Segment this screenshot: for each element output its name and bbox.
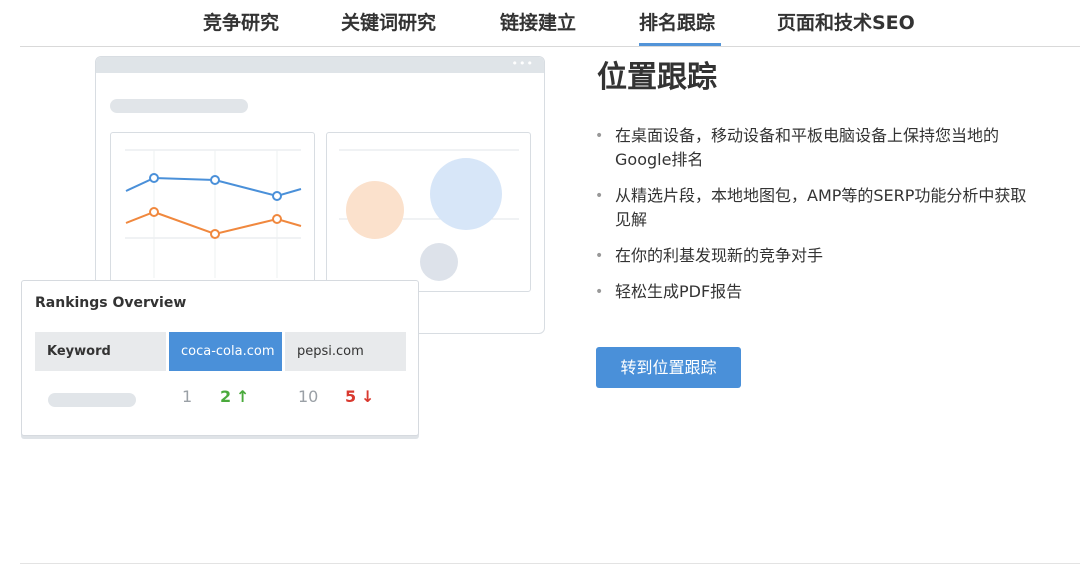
column-header-pepsi: pepsi.com [285, 332, 406, 371]
orange-series-point [210, 229, 220, 239]
feature-item: • 在你的利基发现新的竞争对手 [595, 244, 1035, 268]
tabs-divider [20, 46, 1080, 47]
coca-cola-previous-rank: 1 [182, 387, 193, 406]
feature-item: • 轻松生成PDF报告 [595, 280, 1035, 304]
section-tabs: 竞争研究 关键词研究 链接建立 排名跟踪 页面和技术SEO [0, 0, 1080, 47]
blue-bubble [430, 158, 502, 230]
feature-text: 在桌面设备，移动设备和平板电脑设备上保持您当地的Google排名 [615, 126, 1000, 169]
window-dots-icon: ••• [511, 57, 534, 70]
tab-label: 页面和技术SEO [777, 12, 915, 34]
tab-keyword-research[interactable]: 关键词研究 [341, 8, 436, 47]
orange-series-point [149, 207, 159, 217]
arrow-up-icon: ↑ [236, 387, 250, 406]
tab-label: 竞争研究 [203, 12, 280, 34]
feature-text: 从精选片段，本地地图包，AMP等的SERP功能分析中获取见解 [615, 186, 1027, 229]
bullet-icon: • [595, 188, 604, 204]
placeholder-bar [110, 99, 248, 113]
bubble-chart-panel [326, 132, 531, 292]
bullet-icon: • [595, 128, 604, 144]
line-chart-illustration [125, 149, 302, 278]
tab-label: 关键词研究 [341, 12, 437, 34]
tab-label: 链接建立 [500, 12, 577, 34]
feature-text: 轻松生成PDF报告 [615, 282, 743, 301]
column-header-coca-cola: coca-cola.com [169, 332, 282, 371]
tab-label: 排名跟踪 [639, 12, 716, 34]
coca-cola-current-rank: 2 [220, 387, 232, 406]
go-to-position-tracking-button[interactable]: 转到位置跟踪 [596, 347, 741, 388]
column-header-keyword: Keyword [35, 332, 166, 371]
line-chart-panel [110, 132, 315, 292]
bullet-icon: • [595, 284, 604, 300]
tab-link-building[interactable]: 链接建立 [500, 8, 576, 47]
feature-text: 在你的利基发现新的竞争对手 [615, 246, 824, 265]
grey-bubble [420, 243, 458, 281]
keyword-placeholder-bar [48, 393, 136, 407]
rankings-card-title: Rankings Overview [35, 295, 187, 311]
orange-bubble [346, 181, 404, 239]
tab-competitive-research[interactable]: 竞争研究 [203, 8, 279, 47]
window-titlebar: ••• [96, 57, 544, 73]
section-heading: 位置跟踪 [597, 60, 717, 95]
orange-series-point [272, 214, 282, 224]
blue-series-point [149, 173, 159, 183]
tab-on-page-tech-seo[interactable]: 页面和技术SEO [777, 8, 915, 47]
feature-item: • 从精选片段，本地地图包，AMP等的SERP功能分析中获取见解 [595, 184, 1035, 232]
bubble-chart-illustration [339, 149, 519, 281]
feature-list: • 在桌面设备，移动设备和平板电脑设备上保持您当地的Google排名 • 从精选片段… [595, 124, 1035, 316]
feature-item: • 在桌面设备，移动设备和平板电脑设备上保持您当地的Google排名 [595, 124, 1035, 172]
bullet-icon: • [595, 248, 604, 264]
bottom-divider [20, 563, 1080, 564]
blue-series-point [210, 175, 220, 185]
blue-series-point [272, 191, 282, 201]
tab-rank-tracking[interactable]: 排名跟踪 [639, 8, 721, 47]
rankings-overview-card: Rankings Overview Keyword coca-cola.com … [21, 280, 419, 436]
arrow-down-icon: ↓ [361, 387, 375, 406]
pepsi-current-rank: 5 [345, 387, 357, 406]
pepsi-previous-rank: 10 [298, 387, 319, 406]
